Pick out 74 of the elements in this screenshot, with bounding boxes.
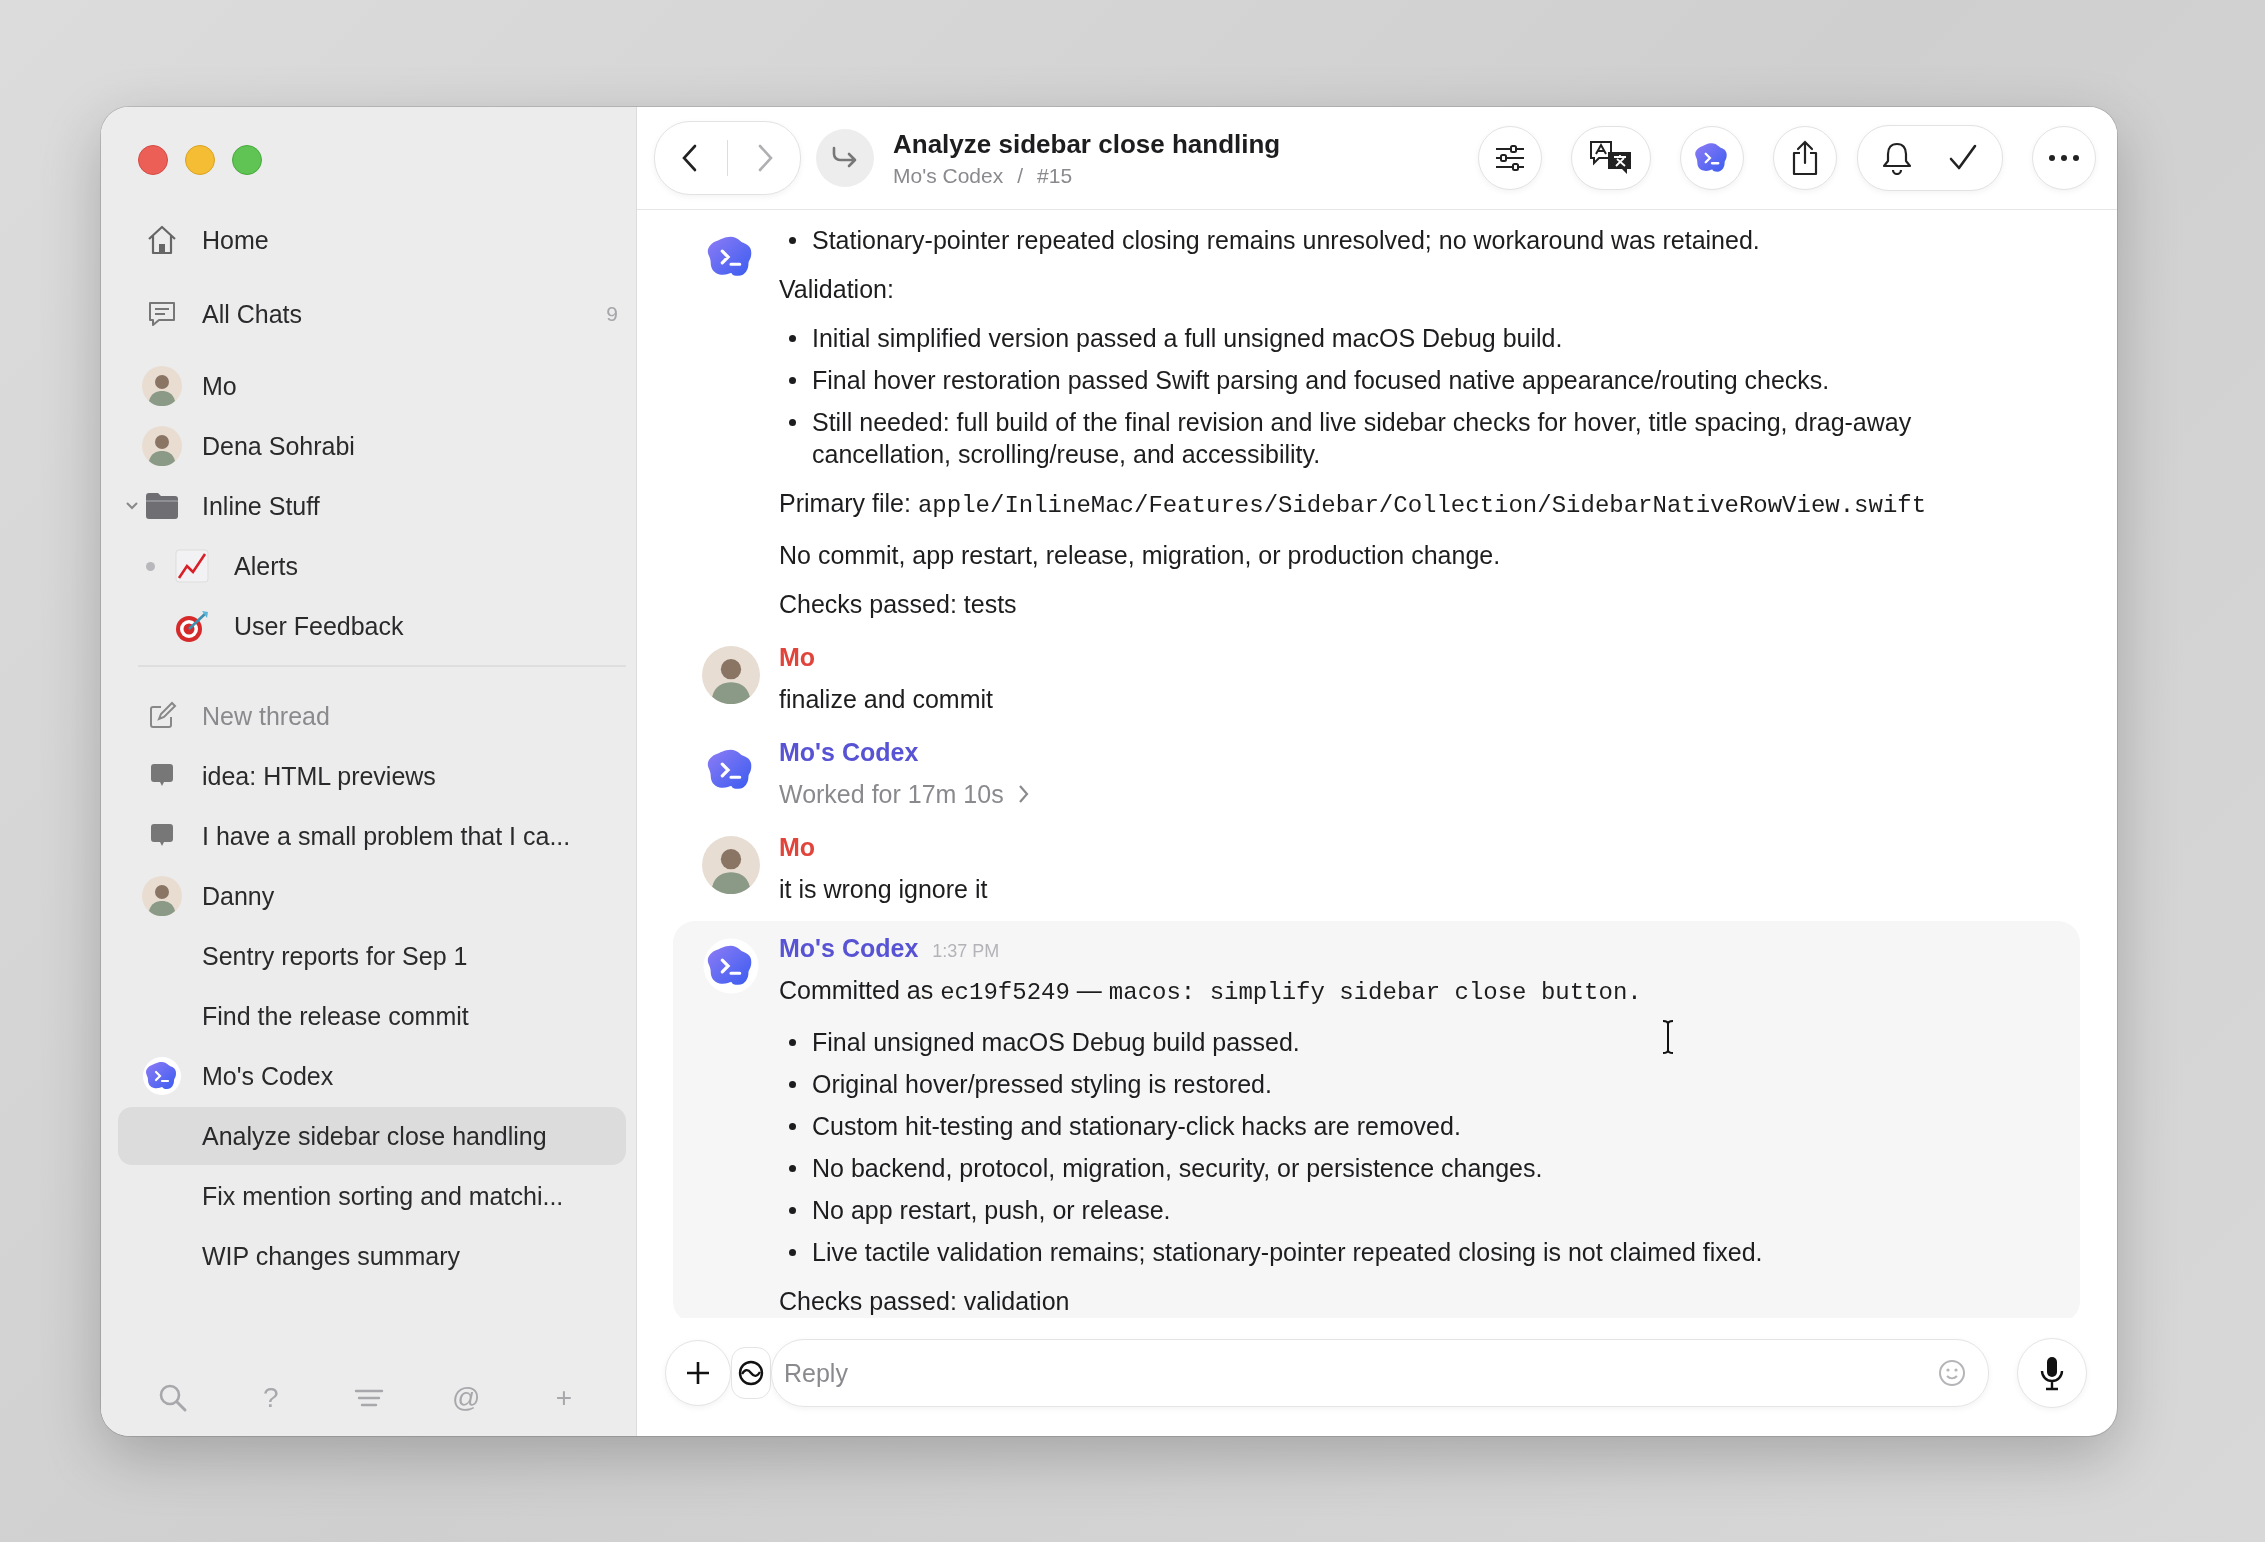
bullet-item: No app restart, push, or release. (789, 1194, 2051, 1226)
sidebar-item[interactable]: Home (118, 211, 626, 269)
bullet-item: Stationary-pointer repeated closing remains unresolved; no workaround was retained. (789, 224, 2051, 256)
author-name[interactable]: Mo (779, 832, 816, 862)
bullet-item: Custom hit-testing and stationary-click hacks are removed. (789, 1110, 2051, 1142)
sidebar-item[interactable]: Find the release commit (118, 987, 626, 1045)
sidebar-item[interactable]: WIP changes summary (118, 1227, 626, 1285)
sidebar-item[interactable]: Dena Sohrabi (118, 417, 626, 475)
message-text: finalize and commit (779, 684, 994, 715)
sidebar-item[interactable]: Inline Stuff (118, 477, 626, 535)
message-text: Committed as (779, 975, 934, 1006)
message-text: Checks passed: validation (779, 1286, 1071, 1317)
zoom-button[interactable] (232, 145, 262, 175)
sidebar-item[interactable]: Analyze sidebar close handling (118, 1107, 626, 1165)
plus-icon (685, 1360, 711, 1386)
bullet-item: Initial simplified version passed a full unsigned macOS Debug build. (789, 322, 2051, 354)
author-name[interactable]: Mo's Codex (779, 737, 919, 767)
back-icon (680, 143, 698, 173)
thread-number: #15 (1037, 163, 1073, 188)
avatar (142, 426, 182, 466)
bot-avatar (142, 1056, 182, 1096)
sidebar-item[interactable]: Fix mention sorting and matchi... (118, 1167, 626, 1225)
bullet-item: Live tactile validation remains; stationary-pointer repeated closing is not claimed fixed. (789, 1236, 2051, 1268)
sidebar-item[interactable]: Mo (118, 357, 626, 415)
reply-field[interactable]: Reply (771, 1339, 1989, 1407)
more-icon (2047, 154, 2081, 162)
text-cursor-icon (1661, 1019, 1675, 1055)
folder-icon (145, 492, 179, 520)
forward-icon (757, 143, 775, 173)
sidebar-item[interactable]: Mo's Codex (118, 1047, 626, 1105)
wave-circle-icon (737, 1359, 765, 1387)
microphone-icon (2039, 1355, 2065, 1391)
message-text: Checks passed: tests (779, 589, 1018, 620)
sidebar-item[interactable]: Alerts (118, 537, 626, 595)
bullet-item: Still needed: full build of the final revision and live sidebar checks for hover, title spacing, drag-away cancellation, scrolling/reuse, and accessibility. (789, 406, 2051, 470)
sidebar-item[interactable]: I have a small problem that I ca... (118, 807, 626, 865)
chevron-icon (1017, 784, 1030, 804)
avatar (702, 836, 760, 894)
thread-title: Analyze sidebar close handling (893, 128, 1281, 160)
bullet-item: No backend, protocol, migration, security, or persistence changes. (789, 1152, 2051, 1184)
bell-icon (1881, 141, 1913, 175)
author-name[interactable]: Mo's Codex (779, 933, 919, 963)
sidebar-item[interactable]: Sentry reports for Sep 1 (118, 927, 626, 985)
message-text: it is wrong ignore it (779, 874, 989, 905)
bot-avatar (702, 937, 760, 995)
commit-hash: ec19f5249 (940, 978, 1070, 1008)
author-name[interactable]: Mo (779, 642, 816, 672)
compose-icon (147, 701, 177, 731)
reply-input[interactable]: Reply (782, 1357, 1938, 1389)
message-text: Validation: (779, 274, 895, 305)
chevron-icon[interactable] (125, 501, 139, 511)
chart-icon (174, 548, 210, 584)
unread-count: 9 (606, 302, 618, 326)
avatar (142, 366, 182, 406)
message-time: 1:37 PM (932, 941, 1000, 962)
breadcrumb-separator: / (1017, 163, 1024, 188)
sidebar-item[interactable]: idea: HTML previews (118, 747, 626, 805)
avatar (702, 646, 760, 704)
format-button[interactable] (731, 1347, 771, 1399)
target-icon (174, 608, 210, 644)
sidebar-item[interactable]: Danny (118, 867, 626, 925)
bullet-item: Original hover/pressed styling is restored. (789, 1068, 2051, 1100)
bullet-item: Final hover restoration passed Swift parsing and focused native appearance/routing checks. (789, 364, 2051, 396)
close-button[interactable] (138, 145, 168, 175)
file-path: apple/InlineMac/Features/Sidebar/Collection/SidebarNativeRowView.swift (917, 491, 1927, 521)
bullet-item: Final unsigned macOS Debug build passed. (789, 1026, 2051, 1058)
avatar (142, 876, 182, 916)
message-text: Primary file: (779, 488, 911, 519)
share-icon (1790, 139, 1820, 177)
sidebar-item[interactable]: All Chats 9 (118, 285, 626, 343)
dash-separator: — (1076, 975, 1102, 1006)
sidebar-item[interactable]: User Feedback (118, 597, 626, 655)
commit-subject: macos: simplify sidebar close button. (1108, 978, 1642, 1008)
message-text: No commit, app restart, release, migration, or production change. (779, 540, 1502, 571)
